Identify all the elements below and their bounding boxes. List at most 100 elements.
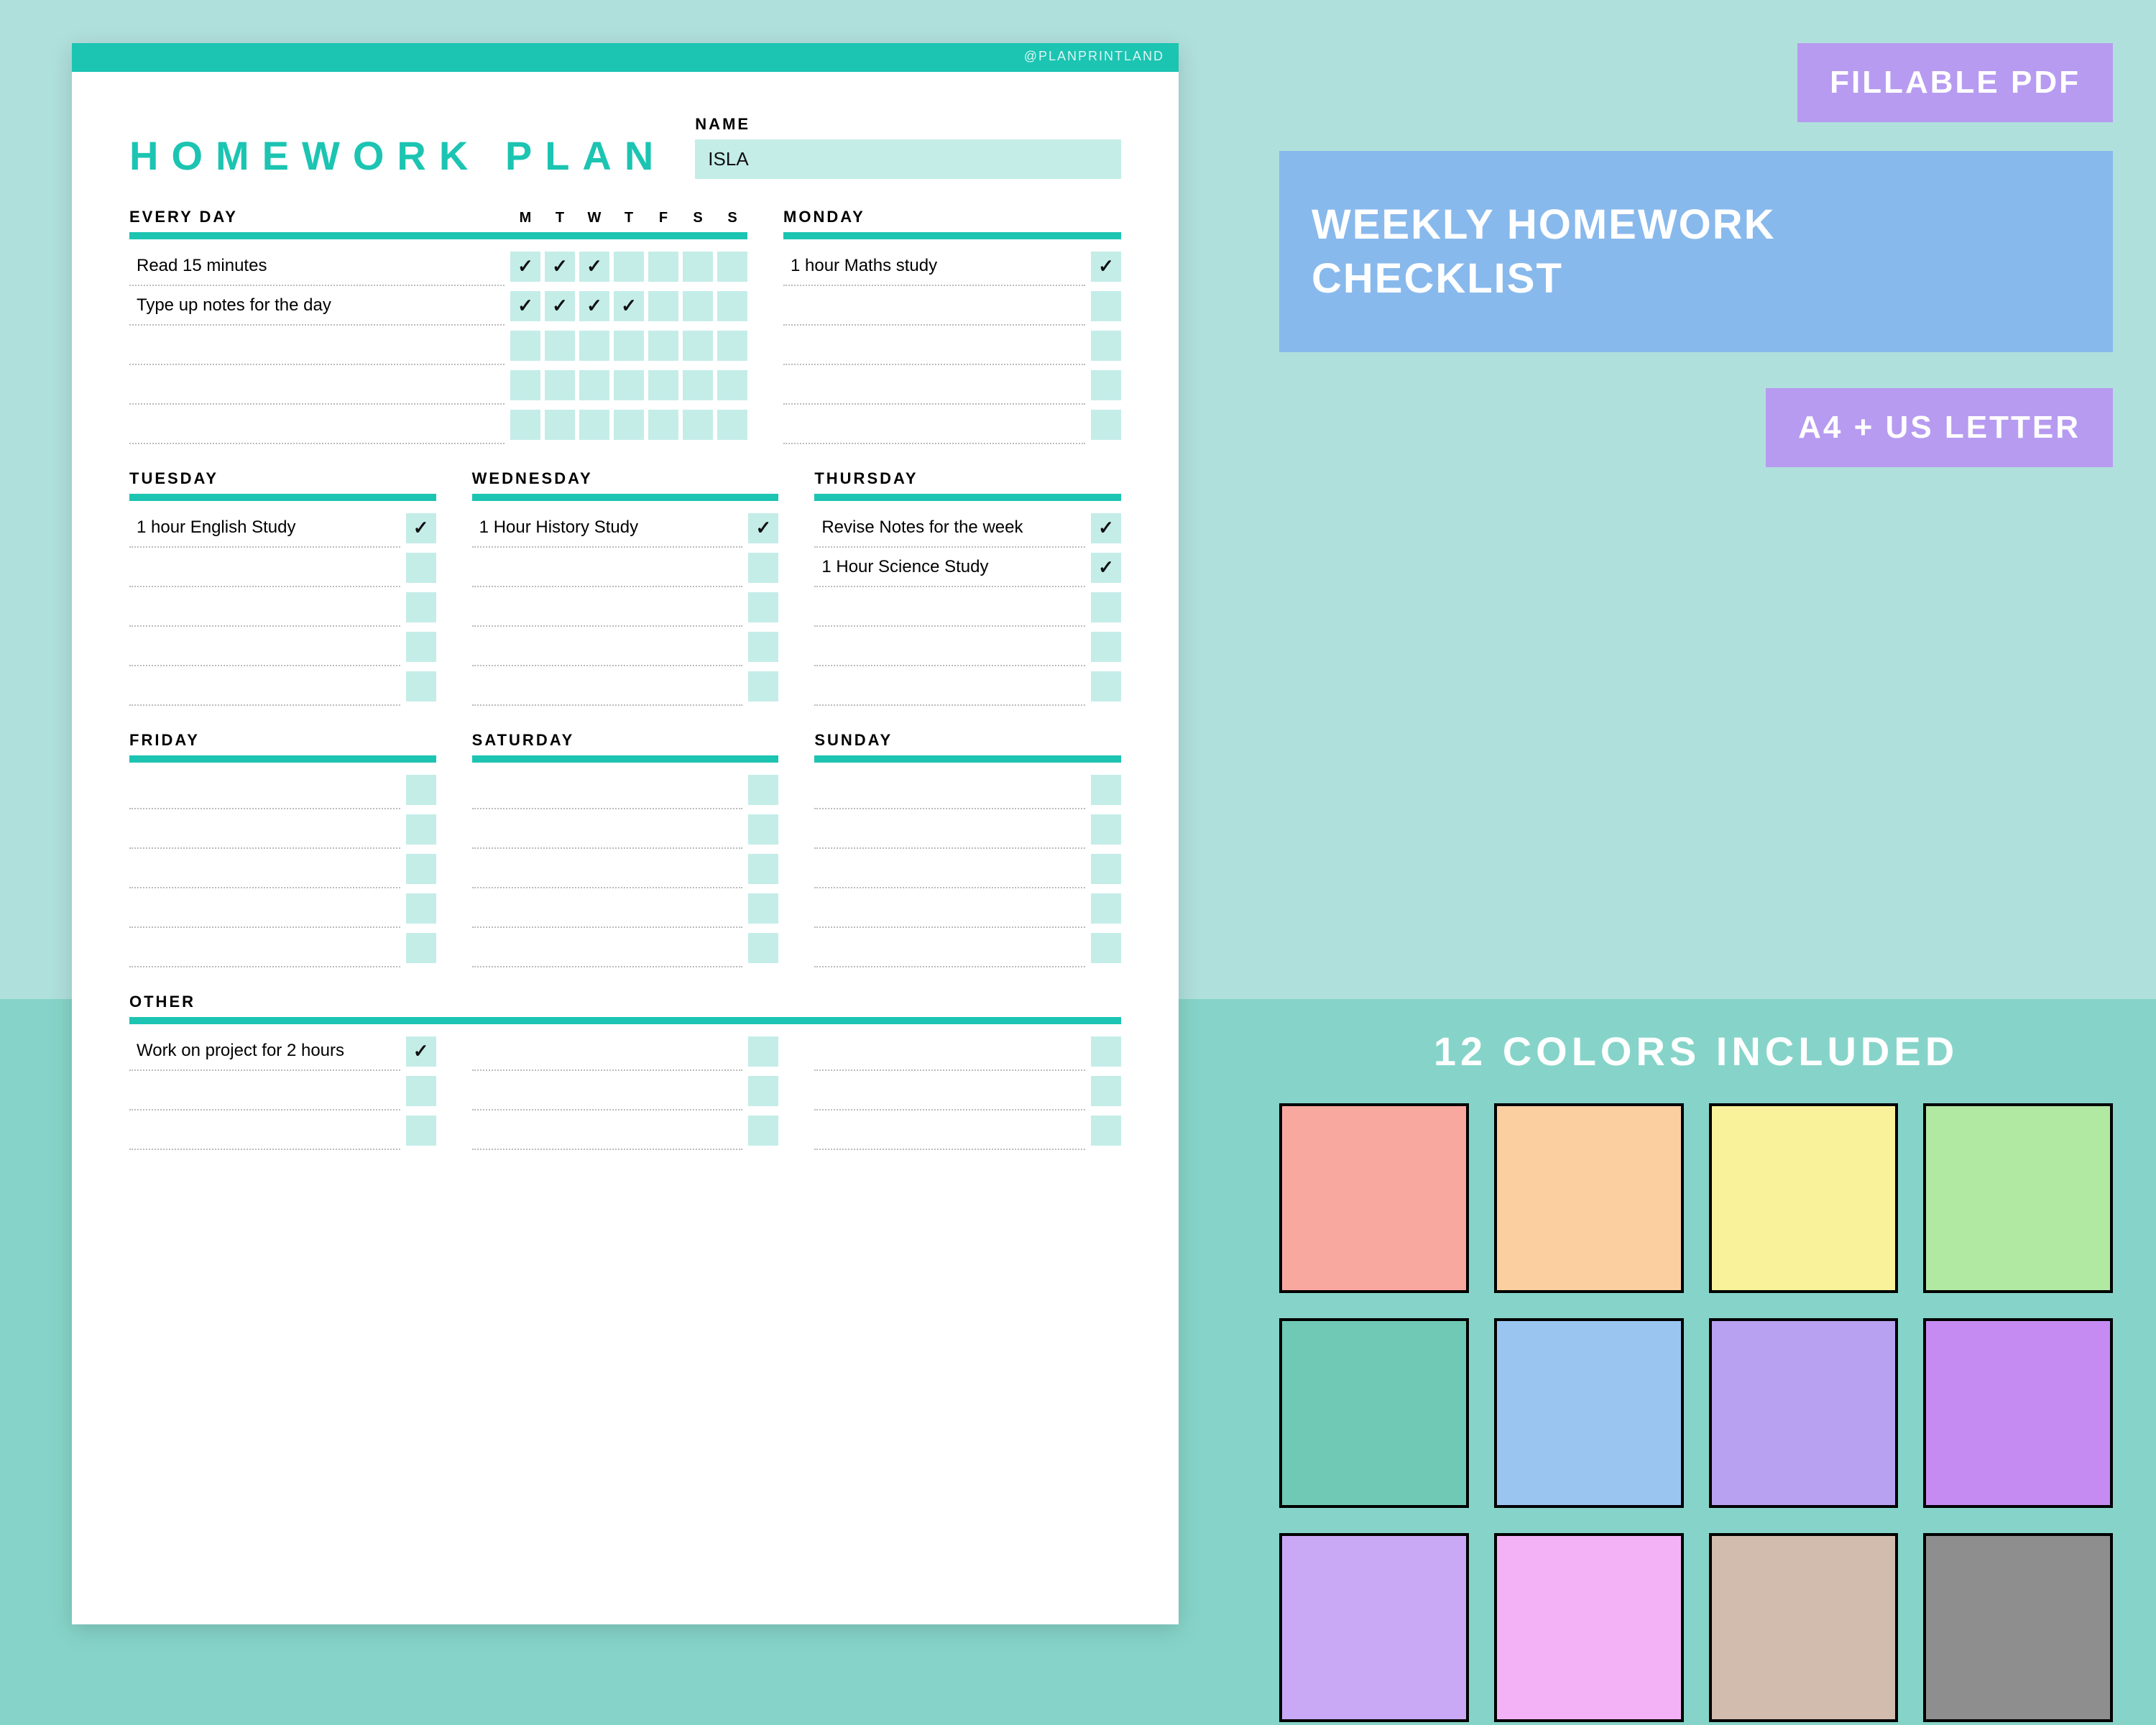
- task-text[interactable]: [129, 849, 400, 888]
- checkbox[interactable]: [1091, 671, 1121, 702]
- checkbox[interactable]: [406, 592, 436, 622]
- name-field[interactable]: ISLA: [695, 139, 1121, 179]
- checkbox[interactable]: [406, 671, 436, 702]
- checkbox[interactable]: [1091, 632, 1121, 662]
- checkbox[interactable]: [1091, 331, 1121, 361]
- task-text[interactable]: [814, 928, 1085, 967]
- task-text[interactable]: 1 hour Maths study: [783, 247, 1085, 286]
- checkbox[interactable]: [1091, 775, 1121, 805]
- task-text[interactable]: 1 hour English Study: [129, 508, 400, 548]
- checkbox[interactable]: [748, 933, 778, 963]
- checkbox[interactable]: [1091, 1036, 1121, 1067]
- checkbox[interactable]: [1091, 893, 1121, 924]
- task-text[interactable]: [472, 928, 743, 967]
- checkbox[interactable]: ✓: [1091, 252, 1121, 282]
- checkbox[interactable]: [717, 291, 747, 321]
- task-text[interactable]: [783, 365, 1085, 405]
- checkbox[interactable]: [406, 775, 436, 805]
- task-text[interactable]: 1 Hour History Study: [472, 508, 743, 548]
- task-text[interactable]: [783, 326, 1085, 365]
- checkbox[interactable]: ✓: [510, 291, 540, 321]
- task-text[interactable]: [814, 770, 1085, 809]
- task-text[interactable]: [783, 405, 1085, 444]
- checkbox[interactable]: [683, 291, 713, 321]
- task-text[interactable]: [814, 809, 1085, 849]
- task-text[interactable]: Work on project for 2 hours: [129, 1031, 400, 1071]
- task-text[interactable]: [129, 1071, 400, 1110]
- checkbox[interactable]: ✓: [614, 291, 644, 321]
- task-text[interactable]: [129, 809, 400, 849]
- task-text[interactable]: [129, 548, 400, 587]
- checkbox[interactable]: [1091, 410, 1121, 440]
- task-text[interactable]: [129, 365, 505, 405]
- checkbox[interactable]: [648, 331, 678, 361]
- checkbox[interactable]: [579, 370, 609, 400]
- task-text[interactable]: [472, 587, 743, 627]
- checkbox[interactable]: [1091, 370, 1121, 400]
- checkbox[interactable]: [1091, 291, 1121, 321]
- checkbox[interactable]: ✓: [579, 252, 609, 282]
- checkbox[interactable]: [406, 553, 436, 583]
- checkbox[interactable]: [683, 410, 713, 440]
- checkbox[interactable]: [748, 893, 778, 924]
- checkbox[interactable]: [748, 1036, 778, 1067]
- checkbox[interactable]: [717, 370, 747, 400]
- checkbox[interactable]: ✓: [406, 1036, 436, 1067]
- task-text[interactable]: [472, 809, 743, 849]
- checkbox[interactable]: [648, 291, 678, 321]
- task-text[interactable]: [129, 1110, 400, 1150]
- checkbox[interactable]: ✓: [1091, 553, 1121, 583]
- task-text[interactable]: [129, 326, 505, 365]
- task-text[interactable]: [472, 1110, 743, 1150]
- checkbox[interactable]: [545, 410, 575, 440]
- checkbox[interactable]: [748, 814, 778, 845]
- checkbox[interactable]: ✓: [748, 513, 778, 543]
- task-text[interactable]: [129, 770, 400, 809]
- task-text[interactable]: [472, 1031, 743, 1071]
- checkbox[interactable]: [748, 1076, 778, 1106]
- checkbox[interactable]: [614, 331, 644, 361]
- task-text[interactable]: [472, 849, 743, 888]
- checkbox[interactable]: ✓: [510, 252, 540, 282]
- task-text[interactable]: Revise Notes for the week: [814, 508, 1085, 548]
- checkbox[interactable]: [748, 1116, 778, 1146]
- checkbox[interactable]: [614, 410, 644, 440]
- checkbox[interactable]: [717, 410, 747, 440]
- checkbox[interactable]: [748, 854, 778, 884]
- task-text[interactable]: 1 Hour Science Study: [814, 548, 1085, 587]
- task-text[interactable]: [814, 587, 1085, 627]
- task-text[interactable]: [129, 627, 400, 666]
- task-text[interactable]: [472, 888, 743, 928]
- checkbox[interactable]: [748, 553, 778, 583]
- checkbox[interactable]: [406, 814, 436, 845]
- task-text[interactable]: [472, 770, 743, 809]
- checkbox[interactable]: [648, 410, 678, 440]
- checkbox[interactable]: [614, 370, 644, 400]
- task-text[interactable]: Type up notes for the day: [129, 286, 505, 326]
- checkbox[interactable]: [406, 1076, 436, 1106]
- checkbox[interactable]: [717, 331, 747, 361]
- task-text[interactable]: [472, 627, 743, 666]
- checkbox[interactable]: [748, 671, 778, 702]
- task-text[interactable]: [783, 286, 1085, 326]
- checkbox[interactable]: [510, 370, 540, 400]
- checkbox[interactable]: [406, 933, 436, 963]
- checkbox[interactable]: [717, 252, 747, 282]
- checkbox[interactable]: [1091, 1076, 1121, 1106]
- checkbox[interactable]: [510, 410, 540, 440]
- task-text[interactable]: [814, 849, 1085, 888]
- checkbox[interactable]: [1091, 854, 1121, 884]
- checkbox[interactable]: [406, 893, 436, 924]
- task-text[interactable]: [472, 548, 743, 587]
- checkbox[interactable]: [545, 331, 575, 361]
- checkbox[interactable]: [648, 252, 678, 282]
- task-text[interactable]: [814, 1110, 1085, 1150]
- task-text[interactable]: [129, 405, 505, 444]
- checkbox[interactable]: ✓: [545, 252, 575, 282]
- checkbox[interactable]: [683, 331, 713, 361]
- checkbox[interactable]: [579, 331, 609, 361]
- task-text[interactable]: [814, 1031, 1085, 1071]
- checkbox[interactable]: [614, 252, 644, 282]
- checkbox[interactable]: [545, 370, 575, 400]
- checkbox[interactable]: [683, 252, 713, 282]
